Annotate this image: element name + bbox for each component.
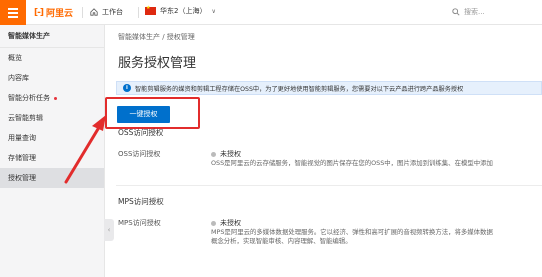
menu-icon[interactable] [0, 0, 26, 25]
sidebar-item-usage[interactable]: 用量查询 [0, 128, 104, 148]
chevron-down-icon: ∨ [211, 7, 216, 15]
one-click-authorize-button[interactable]: 一键授权 [117, 106, 170, 123]
search-icon [452, 8, 460, 16]
oss-section-title: OSS访问授权 [118, 128, 164, 137]
notification-dot [54, 96, 57, 100]
aliyun-logo[interactable]: [-] 阿里云 [34, 6, 73, 20]
logo-mark-icon: [-] [34, 7, 44, 18]
info-alert: i 智能剪辑服务的媒资和剪辑工程存储在OSS中，为了更好地使用智能剪辑服务，您需… [116, 81, 542, 95]
sidebar-item-label: 智能分析任务 [8, 94, 50, 102]
china-flag-icon [145, 5, 156, 15]
breadcrumb: 智能媒体生产 / 授权管理 [118, 33, 195, 41]
oss-auth-label: OSS访问授权 [118, 150, 161, 158]
divider [138, 7, 139, 18]
page-title: 服务授权管理 [118, 56, 197, 71]
sidebar-item-storage[interactable]: 存储管理 [0, 148, 104, 168]
oss-description: OSS是阿里云的云存储服务，智能视觉的图片保存在您的OSS中，图片添加到训练集、… [211, 159, 493, 167]
mps-status-text: 未授权 [220, 219, 241, 227]
main-content: 智能媒体生产 / 授权管理 服务授权管理 i 智能剪辑服务的媒资和剪辑工程存储在… [105, 25, 542, 277]
sidebar-title: 智能媒体生产 [0, 25, 104, 48]
oss-status: 未授权 [211, 149, 241, 159]
sidebar: 智能媒体生产 概览 内容库 智能分析任务 云智能剪辑 用量查询 存储管理 授权管… [0, 25, 105, 277]
section-divider [116, 185, 542, 186]
region-label: 华东2（上海） [160, 7, 207, 15]
workbench-link[interactable]: 工作台 [90, 7, 123, 17]
home-icon [90, 8, 98, 16]
mps-section-title: MPS访问授权 [118, 197, 164, 206]
sidebar-item-analysis-tasks[interactable]: 智能分析任务 [0, 88, 104, 108]
mps-status: 未授权 [211, 218, 241, 228]
alert-text: 智能剪辑服务的媒资和剪辑工程存储在OSS中，为了更好地使用智能剪辑服务，您需要对… [135, 85, 464, 93]
logo-text: 阿里云 [45, 9, 73, 19]
sidebar-item-cloud-editing[interactable]: 云智能剪辑 [0, 108, 104, 128]
oss-status-text: 未授权 [220, 150, 241, 158]
status-dot-icon [211, 220, 216, 226]
divider [82, 7, 83, 18]
info-icon: i [123, 84, 131, 92]
workbench-label: 工作台 [102, 8, 123, 16]
top-bar: [-] 阿里云 工作台 华东2（上海） ∨ 搜索... [0, 0, 542, 25]
search-box[interactable]: 搜索... [452, 7, 485, 17]
mps-description-line-1: MPS是阿里云的多媒体数据处理服务。它以经济、弹性和高可扩展的音视频转换方法，将… [211, 228, 493, 236]
status-dot-icon [211, 151, 216, 157]
sidebar-item-overview[interactable]: 概览 [0, 48, 104, 68]
sidebar-item-content-library[interactable]: 内容库 [0, 68, 104, 88]
sidebar-item-authorization[interactable]: 授权管理 [0, 168, 104, 188]
search-placeholder: 搜索... [464, 8, 485, 16]
mps-auth-label: MPS访问授权 [118, 219, 161, 227]
region-selector[interactable]: 华东2（上海） ∨ [145, 5, 216, 16]
mps-description-line-2: 概念分析，实现智能审核、内容理解、智能编辑。 [211, 237, 352, 245]
